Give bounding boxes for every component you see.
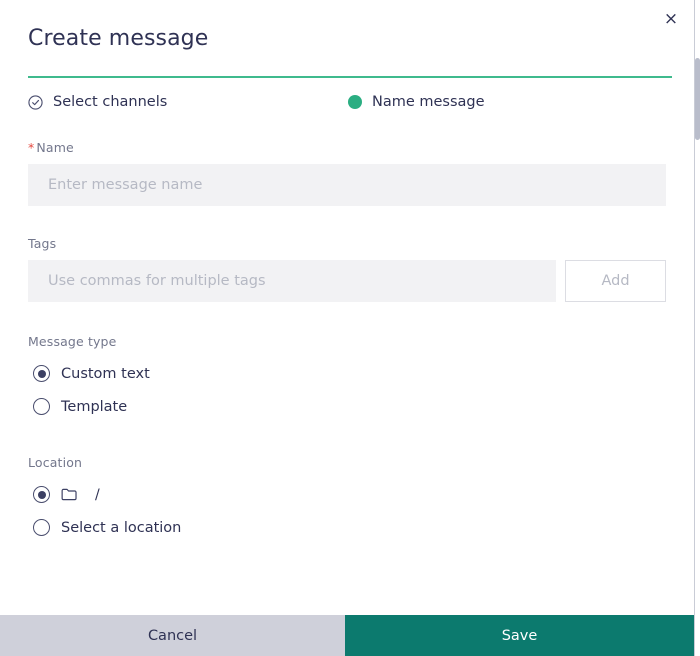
tags-field-label: Tags [28,236,57,251]
step-select-channels[interactable]: Select channels [28,94,348,110]
step-indicator: Select channels Name message [0,94,700,110]
vertical-scrollbar[interactable] [694,0,700,656]
step-name-message[interactable]: Name message [348,94,485,110]
radio-button-icon[interactable] [33,398,50,415]
scrollbar-thumb[interactable] [695,58,700,140]
radio-button-icon[interactable] [33,365,50,382]
radio-label: Template [61,398,128,415]
cancel-button[interactable]: Cancel [0,615,345,656]
message-type-label: Message type [28,334,117,349]
step-label: Select channels [53,94,168,110]
radio-template[interactable]: Template [33,390,672,423]
radio-label: Select a location [61,519,182,536]
dialog-footer: Cancel Save [0,615,694,656]
radio-custom-text[interactable]: Custom text [33,357,672,390]
message-name-input[interactable] [28,164,666,206]
radio-label: Custom text [61,365,150,382]
filled-dot-icon [348,95,362,109]
step-label: Name message [372,94,485,110]
check-circle-icon [28,94,43,110]
close-icon[interactable]: × [658,6,684,32]
location-path: / [95,486,100,503]
add-tag-button[interactable]: Add [565,260,666,302]
radio-location-root[interactable]: / [33,478,672,511]
name-field-label: * Name [28,140,672,155]
create-message-dialog: × Create message Select channels Name me… [0,0,700,656]
radio-button-icon[interactable] [33,519,50,536]
folder-icon [61,488,77,501]
header-divider [28,76,672,78]
name-label-text: Name [36,140,74,155]
page-title: Create message [28,26,209,51]
dialog-body: *Name Tags Add Message type Custom text … [0,110,700,615]
radio-button-icon[interactable] [33,486,50,503]
radio-select-location[interactable]: Select a location [33,511,672,544]
tags-input[interactable] [28,260,556,302]
tags-row: Add [28,260,672,302]
location-label: Location [28,455,83,470]
required-marker: * [28,140,35,155]
dialog-header: Create message [0,0,700,78]
save-button[interactable]: Save [345,615,694,656]
